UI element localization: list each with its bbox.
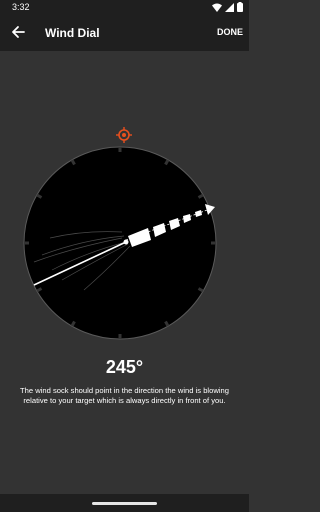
status-time: 3:32 <box>12 2 30 12</box>
wifi-icon <box>212 3 222 12</box>
page-title: Wind Dial <box>45 26 100 40</box>
home-gesture-handle[interactable] <box>92 502 157 505</box>
battery-icon <box>237 2 243 12</box>
crosshair-target-icon <box>116 127 132 143</box>
arrow-back-icon <box>12 26 25 38</box>
signal-icon <box>225 2 234 12</box>
dial-face <box>23 146 217 340</box>
done-button[interactable]: DONE <box>217 27 243 37</box>
wind-direction-value: 245° <box>105 357 144 377</box>
status-bar: 3:32 <box>0 0 249 14</box>
instructions-text: The wind sock should point in the direct… <box>20 386 229 405</box>
wind-dial[interactable] <box>22 120 220 342</box>
status-icons <box>212 2 243 12</box>
back-button[interactable] <box>8 22 28 42</box>
pole-hinge <box>123 239 129 245</box>
app-bar: Wind Dial DONE <box>0 14 249 51</box>
